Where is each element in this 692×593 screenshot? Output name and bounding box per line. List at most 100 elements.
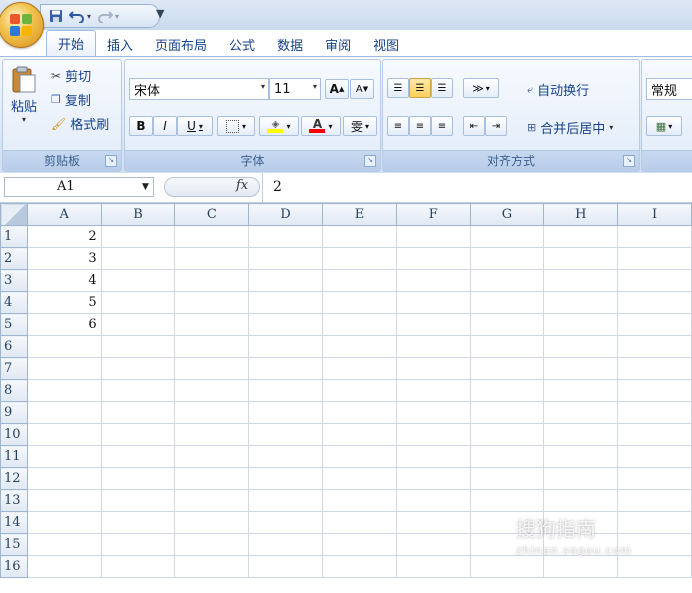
cell-I8[interactable] — [617, 379, 692, 402]
cell-H8[interactable] — [543, 379, 619, 402]
cell-F4[interactable] — [395, 291, 471, 314]
cell-D2[interactable] — [248, 247, 324, 270]
cell-I11[interactable] — [617, 445, 692, 468]
cell-E3[interactable] — [322, 269, 397, 292]
cell-A13[interactable] — [26, 489, 102, 512]
cell-I13[interactable] — [617, 489, 692, 512]
cell-F13[interactable] — [395, 489, 471, 512]
cell-H12[interactable] — [543, 467, 619, 490]
redo-icon[interactable]: ▾ — [97, 9, 119, 23]
cell-H3[interactable] — [543, 269, 619, 292]
number-format-combo[interactable]: 常规 — [646, 78, 692, 100]
undo-dropdown-icon[interactable]: ▾ — [87, 12, 91, 21]
cell-G1[interactable] — [469, 225, 545, 248]
name-box[interactable]: A1 — [4, 177, 154, 197]
cell-D16[interactable] — [248, 555, 324, 578]
cell-B10[interactable] — [100, 423, 176, 446]
tab-page-layout[interactable]: 页面布局 — [144, 32, 218, 56]
row-header[interactable]: 16 — [0, 555, 28, 578]
column-header[interactable]: G — [469, 203, 545, 226]
cell-C5[interactable] — [174, 313, 250, 336]
cell-D7[interactable] — [248, 357, 324, 380]
column-header[interactable]: H — [543, 203, 619, 226]
cell-I9[interactable] — [617, 401, 692, 424]
cell-G3[interactable] — [469, 269, 545, 292]
insert-function-icon[interactable]: fx — [236, 178, 248, 193]
clipboard-launcher-icon[interactable]: ↘ — [105, 155, 117, 167]
cell-I6[interactable] — [617, 335, 692, 358]
row-header[interactable]: 14 — [0, 511, 28, 534]
phonetic-guide-button[interactable]: 雯 ▾ — [343, 116, 377, 136]
cell-D1[interactable] — [248, 225, 324, 248]
row-header[interactable]: 9 — [0, 401, 28, 424]
cell-B11[interactable] — [100, 445, 176, 468]
shrink-font-button[interactable]: A ▼ — [350, 79, 374, 99]
cell-C3[interactable] — [174, 269, 250, 292]
cell-A2[interactable]: 3 — [26, 247, 102, 270]
cell-H2[interactable] — [543, 247, 619, 270]
cell-E4[interactable] — [322, 291, 397, 314]
cell-A1[interactable]: 2 — [26, 225, 102, 248]
cell-E6[interactable] — [322, 335, 397, 358]
row-header[interactable]: 10 — [0, 423, 28, 446]
cell-B13[interactable] — [100, 489, 176, 512]
cell-B5[interactable] — [100, 313, 176, 336]
cell-E2[interactable] — [322, 247, 397, 270]
cell-B9[interactable] — [100, 401, 176, 424]
cell-H9[interactable] — [543, 401, 619, 424]
align-middle-button[interactable]: ☰ — [409, 78, 431, 98]
cell-I12[interactable] — [617, 467, 692, 490]
select-all-corner[interactable] — [0, 203, 28, 226]
row-header[interactable]: 4 — [0, 291, 28, 314]
cell-G5[interactable] — [469, 313, 545, 336]
cell-C1[interactable] — [174, 225, 250, 248]
align-right-button[interactable]: ≡ — [431, 116, 453, 136]
cell-A8[interactable] — [26, 379, 102, 402]
column-header[interactable]: E — [322, 203, 397, 226]
cell-I1[interactable] — [617, 225, 692, 248]
decrease-indent-button[interactable]: ⇤ — [463, 116, 485, 136]
cell-G8[interactable] — [469, 379, 545, 402]
borders-button[interactable]: ▾ — [217, 116, 255, 136]
cell-C16[interactable] — [174, 555, 250, 578]
undo-icon[interactable]: ▾ — [69, 9, 91, 23]
cell-E14[interactable] — [322, 511, 397, 534]
cell-A10[interactable] — [26, 423, 102, 446]
accounting-format-button[interactable]: ▦ ▾ — [646, 116, 682, 136]
cell-A4[interactable]: 5 — [26, 291, 102, 314]
cell-C10[interactable] — [174, 423, 250, 446]
cell-B16[interactable] — [100, 555, 176, 578]
row-header[interactable]: 2 — [0, 247, 28, 270]
cell-G16[interactable] — [469, 555, 545, 578]
cut-button[interactable]: ✂ 剪切 — [51, 66, 91, 86]
cell-D11[interactable] — [248, 445, 324, 468]
cell-H16[interactable] — [543, 555, 619, 578]
cell-I7[interactable] — [617, 357, 692, 380]
cell-E9[interactable] — [322, 401, 397, 424]
cell-F12[interactable] — [395, 467, 471, 490]
cell-H6[interactable] — [543, 335, 619, 358]
cell-G12[interactable] — [469, 467, 545, 490]
cell-F2[interactable] — [395, 247, 471, 270]
cell-G10[interactable] — [469, 423, 545, 446]
cell-B8[interactable] — [100, 379, 176, 402]
cell-H5[interactable] — [543, 313, 619, 336]
row-header[interactable]: 1 — [0, 225, 28, 248]
cell-E8[interactable] — [322, 379, 397, 402]
font-size-combo[interactable]: 11 ▾ — [269, 78, 321, 100]
cell-E16[interactable] — [322, 555, 397, 578]
row-header[interactable]: 8 — [0, 379, 28, 402]
cell-H11[interactable] — [543, 445, 619, 468]
cell-F11[interactable] — [395, 445, 471, 468]
cell-B14[interactable] — [100, 511, 176, 534]
cell-D8[interactable] — [248, 379, 324, 402]
cell-B1[interactable] — [100, 225, 176, 248]
cell-G9[interactable] — [469, 401, 545, 424]
cell-G4[interactable] — [469, 291, 545, 314]
column-header[interactable]: B — [100, 203, 176, 226]
cell-A3[interactable]: 4 — [26, 269, 102, 292]
cell-C8[interactable] — [174, 379, 250, 402]
fill-color-button[interactable]: ◈ ▾ — [259, 116, 299, 136]
cell-I16[interactable] — [617, 555, 692, 578]
column-header[interactable]: D — [248, 203, 324, 226]
